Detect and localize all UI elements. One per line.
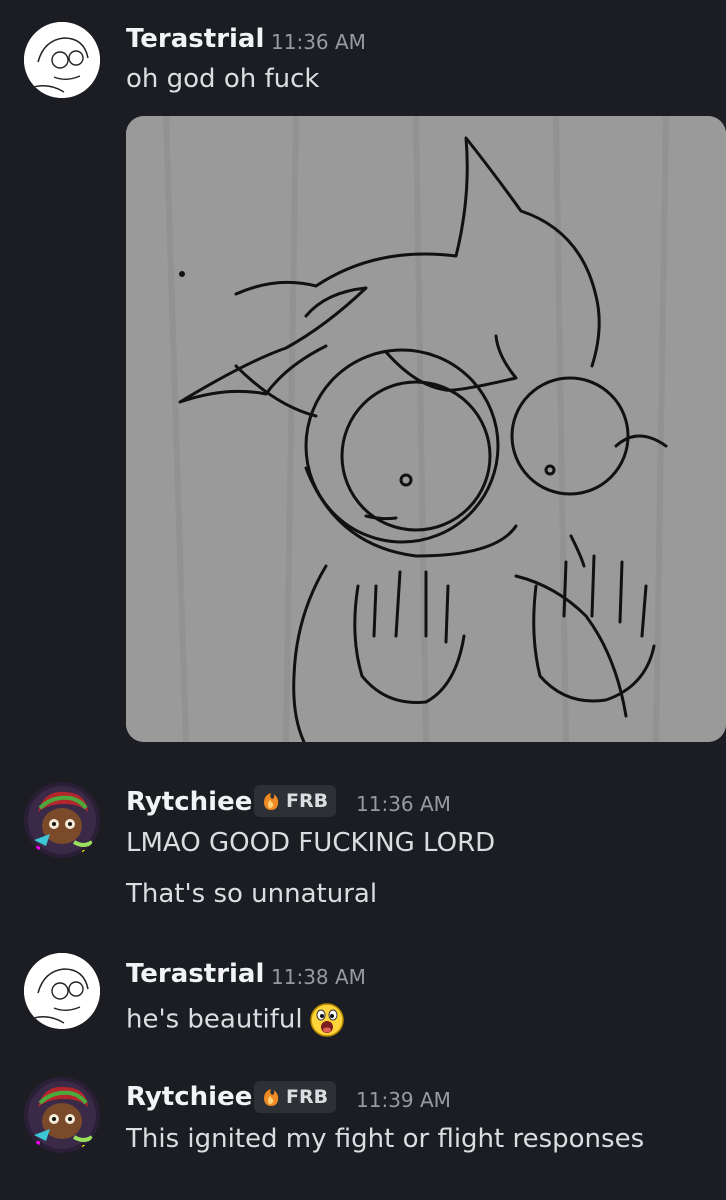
user-avatar[interactable] (24, 953, 100, 1029)
author-name[interactable]: Terastrial (126, 24, 264, 54)
excited-face-emoji[interactable] (309, 1002, 345, 1038)
message-text: LMAO GOOD FUCKING LORD (126, 828, 496, 858)
timestamp: 11:36 AM (356, 792, 451, 816)
user-avatar[interactable] (24, 1077, 100, 1153)
author-name[interactable]: Rytchiee (126, 1082, 252, 1112)
image-attachment[interactable] (126, 116, 726, 742)
message-text: This ignited my fight or flight response… (126, 1124, 645, 1154)
message-text: oh god oh fuck (126, 64, 320, 94)
tag-label: FRB (286, 1086, 329, 1108)
timestamp: 11:39 AM (356, 1088, 451, 1112)
flame-icon (264, 793, 279, 810)
user-avatar[interactable] (24, 22, 100, 98)
server-tag[interactable]: FRB (254, 1081, 337, 1113)
message-text: he's beautiful (126, 1002, 345, 1038)
timestamp: 11:36 AM (271, 30, 366, 54)
author-name[interactable]: Rytchiee (126, 787, 252, 817)
author-name[interactable]: Terastrial (126, 959, 264, 989)
user-avatar[interactable] (24, 782, 100, 858)
flame-icon (264, 1089, 279, 1106)
timestamp: 11:38 AM (271, 965, 366, 989)
message-text: That's so unnatural (126, 879, 378, 909)
message-text-content: he's beautiful (126, 1004, 303, 1035)
server-tag[interactable]: FRB (254, 785, 337, 817)
tag-label: FRB (286, 790, 329, 812)
